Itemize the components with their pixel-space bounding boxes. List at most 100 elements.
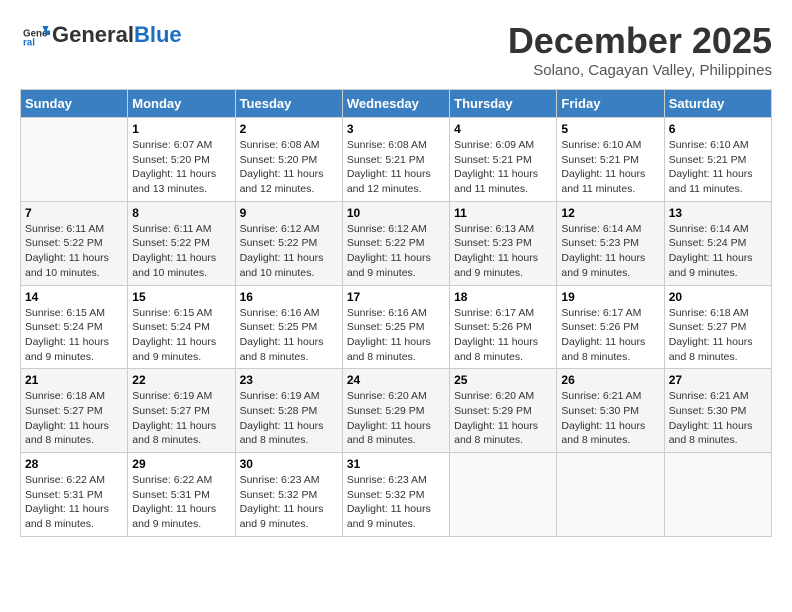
calendar-cell: 15 Sunrise: 6:15 AM Sunset: 5:24 PM Dayli… (128, 285, 235, 369)
calendar-week-row: 28 Sunrise: 6:22 AM Sunset: 5:31 PM Dayli… (21, 453, 772, 537)
day-info: Sunrise: 6:16 AM Sunset: 5:25 PM Dayligh… (240, 306, 338, 365)
page-header: Gene ral General Blue December 2025 Sola… (20, 20, 772, 79)
day-info: Sunrise: 6:08 AM Sunset: 5:20 PM Dayligh… (240, 138, 338, 197)
calendar-cell: 12Sunrise: 6:14 AM Sunset: 5:23 PM Dayli… (557, 201, 664, 285)
calendar-cell: 17 Sunrise: 6:16 AM Sunset: 5:25 PM Dayli… (342, 285, 449, 369)
calendar-cell: 29 Sunrise: 6:22 AM Sunset: 5:31 PM Dayli… (128, 453, 235, 537)
calendar-cell: 18 Sunrise: 6:17 AM Sunset: 5:26 PM Dayli… (450, 285, 557, 369)
day-number: 17 (347, 290, 445, 304)
calendar-cell: 7 Sunrise: 6:11 AM Sunset: 5:22 PM Daylig… (21, 201, 128, 285)
day-number: 10 (347, 206, 445, 220)
day-info: Sunrise: 6:22 AM Sunset: 5:31 PM Dayligh… (25, 473, 123, 532)
day-number: 18 (454, 290, 552, 304)
day-info: Sunrise: 6:07 AM Sunset: 5:20 PM Dayligh… (132, 138, 230, 197)
day-info: Sunrise: 6:08 AM Sunset: 5:21 PM Dayligh… (347, 138, 445, 197)
calendar-cell: 9 Sunrise: 6:12 AM Sunset: 5:22 PM Daylig… (235, 201, 342, 285)
day-info: Sunrise: 6:11 AM Sunset: 5:22 PM Dayligh… (132, 222, 230, 281)
calendar-cell: 28 Sunrise: 6:22 AM Sunset: 5:31 PM Dayli… (21, 453, 128, 537)
svg-text:ral: ral (23, 38, 35, 49)
calendar-cell: 24 Sunrise: 6:20 AM Sunset: 5:29 PM Dayli… (342, 369, 449, 453)
day-number: 19 (561, 290, 659, 304)
day-number: 6 (669, 122, 767, 136)
day-info: Sunrise: 6:15 AM Sunset: 5:24 PM Dayligh… (25, 306, 123, 365)
day-info: Sunrise: 6:20 AM Sunset: 5:29 PM Dayligh… (454, 389, 552, 448)
day-number: 4 (454, 122, 552, 136)
calendar-cell: 5 Sunrise: 6:10 AM Sunset: 5:21 PM Daylig… (557, 118, 664, 202)
column-header-thursday: Thursday (450, 90, 557, 118)
day-info: Sunrise: 6:21 AM Sunset: 5:30 PM Dayligh… (561, 389, 659, 448)
title-block: December 2025 Solano, Cagayan Valley, Ph… (508, 20, 772, 79)
day-number: 21 (25, 373, 123, 387)
day-number: 5 (561, 122, 659, 136)
day-number: 22 (132, 373, 230, 387)
calendar-header-row: SundayMondayTuesdayWednesdayThursdayFrid… (21, 90, 772, 118)
calendar-cell: 22 Sunrise: 6:19 AM Sunset: 5:27 PM Dayli… (128, 369, 235, 453)
calendar-cell: 4Sunrise: 6:09 AM Sunset: 5:21 PM Daylig… (450, 118, 557, 202)
day-info: Sunrise: 6:17 AM Sunset: 5:26 PM Dayligh… (454, 306, 552, 365)
column-header-monday: Monday (128, 90, 235, 118)
day-info: Sunrise: 6:18 AM Sunset: 5:27 PM Dayligh… (25, 389, 123, 448)
month-title: December 2025 (508, 20, 772, 62)
day-info: Sunrise: 6:13 AM Sunset: 5:23 PM Dayligh… (454, 222, 552, 281)
day-number: 26 (561, 373, 659, 387)
calendar-cell: 26 Sunrise: 6:21 AM Sunset: 5:30 PM Dayli… (557, 369, 664, 453)
calendar-table: SundayMondayTuesdayWednesdayThursdayFrid… (20, 89, 772, 537)
day-number: 23 (240, 373, 338, 387)
calendar-week-row: 7 Sunrise: 6:11 AM Sunset: 5:22 PM Daylig… (21, 201, 772, 285)
day-info: Sunrise: 6:19 AM Sunset: 5:27 PM Dayligh… (132, 389, 230, 448)
calendar-cell: 13Sunrise: 6:14 AM Sunset: 5:24 PM Dayli… (664, 201, 771, 285)
day-number: 15 (132, 290, 230, 304)
day-number: 1 (132, 122, 230, 136)
day-info: Sunrise: 6:15 AM Sunset: 5:24 PM Dayligh… (132, 306, 230, 365)
calendar-cell (664, 453, 771, 537)
logo-blue-text: Blue (134, 22, 182, 48)
calendar-week-row: 21 Sunrise: 6:18 AM Sunset: 5:27 PM Dayli… (21, 369, 772, 453)
day-number: 9 (240, 206, 338, 220)
column-header-sunday: Sunday (21, 90, 128, 118)
calendar-cell (450, 453, 557, 537)
calendar-cell: 30Sunrise: 6:23 AM Sunset: 5:32 PM Dayli… (235, 453, 342, 537)
day-info: Sunrise: 6:23 AM Sunset: 5:32 PM Dayligh… (240, 473, 338, 532)
column-header-saturday: Saturday (664, 90, 771, 118)
day-info: Sunrise: 6:19 AM Sunset: 5:28 PM Dayligh… (240, 389, 338, 448)
day-info: Sunrise: 6:20 AM Sunset: 5:29 PM Dayligh… (347, 389, 445, 448)
calendar-cell: 25Sunrise: 6:20 AM Sunset: 5:29 PM Dayli… (450, 369, 557, 453)
calendar-cell (557, 453, 664, 537)
calendar-week-row: 1 Sunrise: 6:07 AM Sunset: 5:20 PM Daylig… (21, 118, 772, 202)
day-number: 12 (561, 206, 659, 220)
column-header-tuesday: Tuesday (235, 90, 342, 118)
calendar-cell: 16Sunrise: 6:16 AM Sunset: 5:25 PM Dayli… (235, 285, 342, 369)
location-subtitle: Solano, Cagayan Valley, Philippines (508, 62, 772, 79)
day-number: 24 (347, 373, 445, 387)
day-number: 20 (669, 290, 767, 304)
calendar-cell: 14 Sunrise: 6:15 AM Sunset: 5:24 PM Dayli… (21, 285, 128, 369)
day-info: Sunrise: 6:10 AM Sunset: 5:21 PM Dayligh… (561, 138, 659, 197)
day-info: Sunrise: 6:12 AM Sunset: 5:22 PM Dayligh… (240, 222, 338, 281)
day-number: 11 (454, 206, 552, 220)
logo-general-text: General (52, 22, 134, 48)
day-number: 14 (25, 290, 123, 304)
day-number: 31 (347, 457, 445, 471)
calendar-cell: 10Sunrise: 6:12 AM Sunset: 5:22 PM Dayli… (342, 201, 449, 285)
day-number: 29 (132, 457, 230, 471)
calendar-cell: 20 Sunrise: 6:18 AM Sunset: 5:27 PM Dayli… (664, 285, 771, 369)
day-info: Sunrise: 6:22 AM Sunset: 5:31 PM Dayligh… (132, 473, 230, 532)
calendar-cell: 21 Sunrise: 6:18 AM Sunset: 5:27 PM Dayli… (21, 369, 128, 453)
calendar-cell: 3Sunrise: 6:08 AM Sunset: 5:21 PM Daylig… (342, 118, 449, 202)
day-info: Sunrise: 6:16 AM Sunset: 5:25 PM Dayligh… (347, 306, 445, 365)
day-number: 7 (25, 206, 123, 220)
day-number: 8 (132, 206, 230, 220)
calendar-cell: 6Sunrise: 6:10 AM Sunset: 5:21 PM Daylig… (664, 118, 771, 202)
calendar-week-row: 14 Sunrise: 6:15 AM Sunset: 5:24 PM Dayli… (21, 285, 772, 369)
logo: Gene ral General Blue (20, 20, 182, 50)
day-info: Sunrise: 6:14 AM Sunset: 5:24 PM Dayligh… (669, 222, 767, 281)
day-info: Sunrise: 6:17 AM Sunset: 5:26 PM Dayligh… (561, 306, 659, 365)
calendar-cell: 27 Sunrise: 6:21 AM Sunset: 5:30 PM Dayli… (664, 369, 771, 453)
day-info: Sunrise: 6:21 AM Sunset: 5:30 PM Dayligh… (669, 389, 767, 448)
day-info: Sunrise: 6:11 AM Sunset: 5:22 PM Dayligh… (25, 222, 123, 281)
day-number: 28 (25, 457, 123, 471)
day-info: Sunrise: 6:18 AM Sunset: 5:27 PM Dayligh… (669, 306, 767, 365)
calendar-cell: 8 Sunrise: 6:11 AM Sunset: 5:22 PM Daylig… (128, 201, 235, 285)
day-number: 27 (669, 373, 767, 387)
calendar-cell (21, 118, 128, 202)
